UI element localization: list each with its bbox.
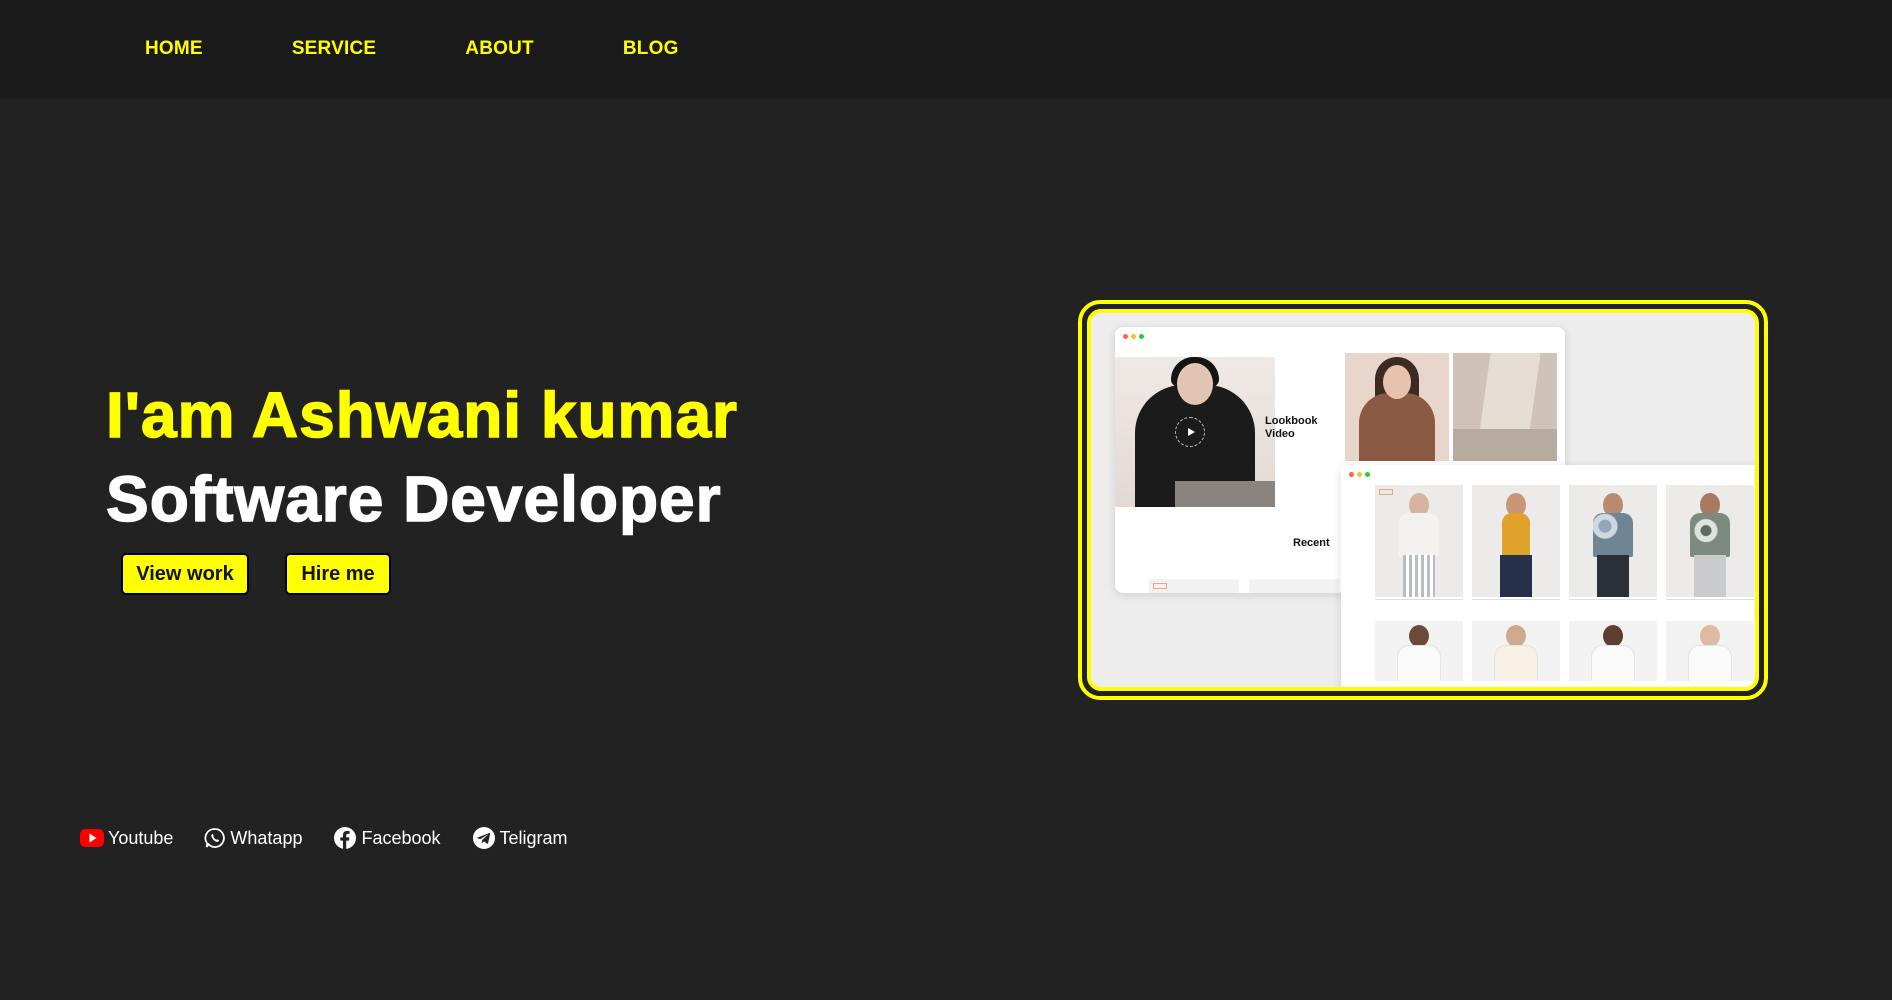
facebook-icon bbox=[334, 827, 357, 849]
social-youtube-label: Youtube bbox=[108, 827, 174, 848]
sale-tag bbox=[1153, 583, 1167, 589]
social-links: Youtube Whatapp Facebook Teligram bbox=[80, 826, 599, 850]
view-work-button[interactable]: View work bbox=[121, 553, 249, 595]
project-showcase-frame: Lookbook Video Recent bbox=[1078, 300, 1768, 700]
recent-heading: Recent bbox=[1293, 537, 1330, 549]
hero-title: I'am Ashwani kumar bbox=[105, 378, 738, 452]
youtube-icon bbox=[80, 829, 104, 847]
social-youtube-link[interactable]: Youtube bbox=[80, 828, 173, 849]
product-card bbox=[1569, 485, 1657, 611]
model-photo-beige bbox=[1453, 353, 1557, 461]
product-card bbox=[1666, 621, 1754, 681]
product-card bbox=[1375, 621, 1463, 681]
showcase-window-products bbox=[1341, 465, 1755, 687]
top-nav: HOME SERVICE ABOUT BLOG bbox=[0, 0, 1892, 98]
nav-blog-link[interactable]: BLOG bbox=[623, 38, 679, 60]
product-card bbox=[1375, 485, 1463, 611]
nav-service-link[interactable]: SERVICE bbox=[292, 38, 376, 60]
window-dots-icon bbox=[1123, 334, 1144, 339]
social-whatsapp-link[interactable]: Whatapp bbox=[204, 827, 302, 849]
social-telegram-label: Teligram bbox=[499, 827, 568, 848]
product-card bbox=[1472, 621, 1560, 681]
social-facebook-link[interactable]: Facebook bbox=[333, 826, 441, 850]
product-grid bbox=[1375, 485, 1754, 681]
product-card bbox=[1472, 485, 1560, 611]
lookbook-title: Lookbook Video bbox=[1265, 415, 1318, 440]
window-dots-icon bbox=[1349, 472, 1370, 477]
nav-about-link[interactable]: ABOUT bbox=[465, 38, 534, 60]
whatsapp-icon bbox=[204, 828, 226, 848]
project-showcase-image: Lookbook Video Recent bbox=[1087, 309, 1759, 691]
mini-card bbox=[1249, 579, 1339, 593]
product-card bbox=[1666, 485, 1754, 611]
model-photo-brown-coat bbox=[1345, 353, 1449, 461]
hire-me-button[interactable]: Hire me bbox=[285, 553, 391, 595]
product-card bbox=[1569, 621, 1657, 681]
hero-subtitle: Software Developer bbox=[105, 462, 722, 536]
social-facebook-label: Facebook bbox=[361, 827, 441, 848]
social-whatsapp-label: Whatapp bbox=[230, 827, 303, 848]
nav-home-link[interactable]: HOME bbox=[145, 38, 203, 60]
telegram-icon bbox=[472, 827, 495, 849]
play-icon bbox=[1175, 417, 1205, 447]
model-photo-black-sweater bbox=[1115, 357, 1275, 507]
social-telegram-link[interactable]: Teligram bbox=[472, 826, 568, 850]
